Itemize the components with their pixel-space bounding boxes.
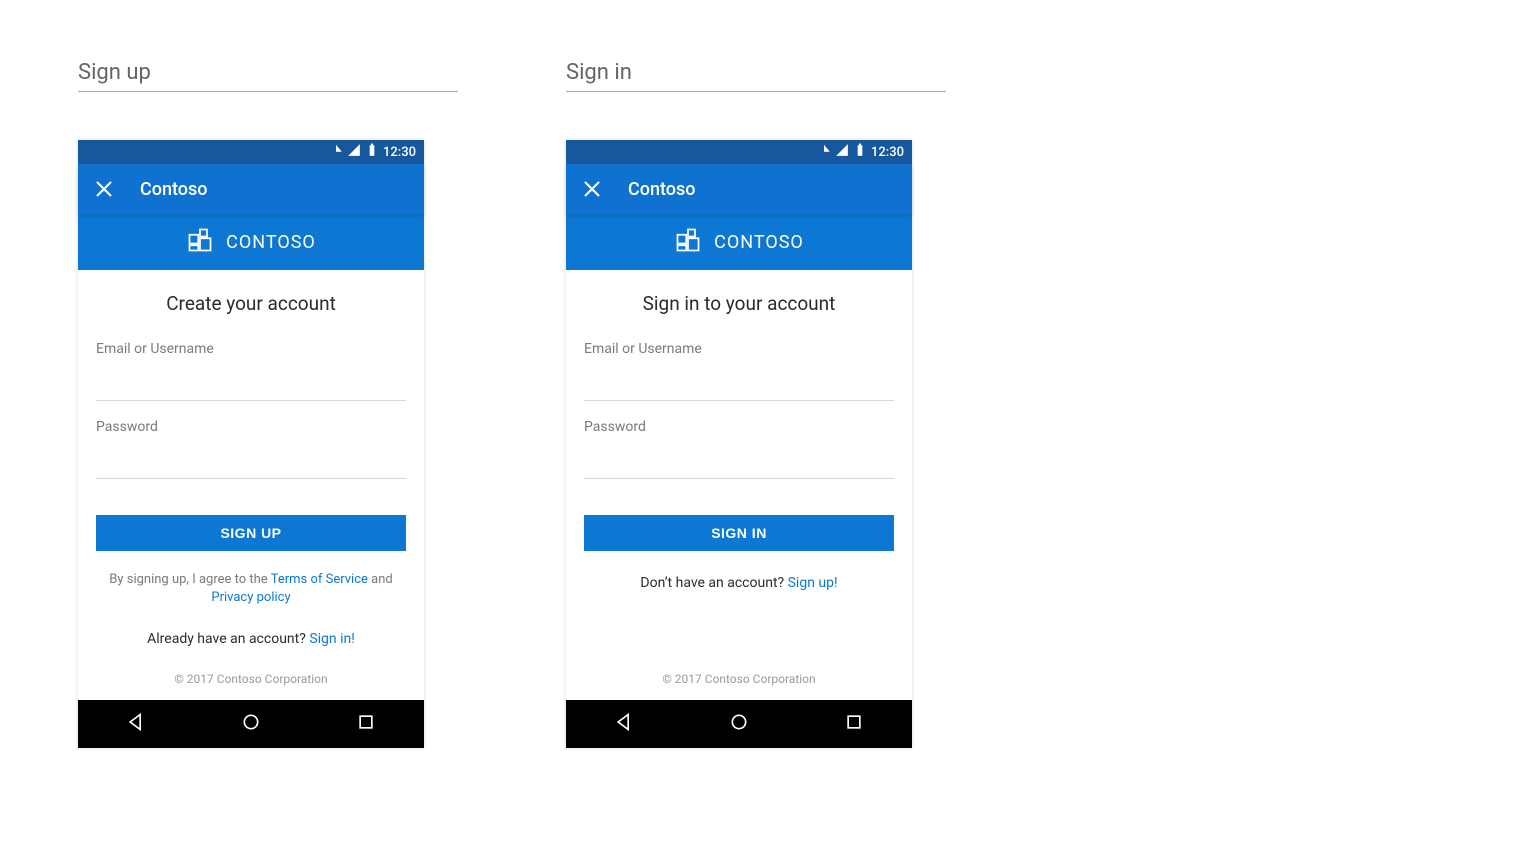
status-bar: 12:30 — [566, 140, 912, 164]
clock-text: 12:30 — [383, 145, 416, 160]
wifi-icon — [329, 143, 343, 161]
cell-signal-icon — [835, 143, 849, 161]
status-bar: 12:30 — [78, 140, 424, 164]
copyright: © 2017 Contoso Corporation — [584, 648, 894, 686]
signin-button[interactable]: SIGN IN — [584, 515, 894, 551]
signup-button[interactable]: SIGN UP — [96, 515, 406, 551]
phone-frame-signup: 12:30 Contoso CONTOSO Create your accoun… — [78, 140, 424, 748]
close-icon[interactable] — [96, 181, 112, 197]
brand-name: CONTOSO — [714, 232, 804, 253]
signup-link[interactable]: Sign up! — [788, 575, 838, 591]
no-account-prompt: Don’t have an account? Sign up! — [584, 575, 894, 591]
cell-signal-icon — [347, 143, 361, 161]
page-heading: Create your account — [96, 292, 406, 315]
wifi-icon — [817, 143, 831, 161]
copyright: © 2017 Contoso Corporation — [96, 648, 406, 686]
app-bar: Contoso — [566, 164, 912, 214]
email-label: Email or Username — [96, 341, 406, 357]
clock-text: 12:30 — [871, 145, 904, 160]
app-title: Contoso — [140, 179, 207, 200]
brand-logo-icon — [186, 226, 214, 259]
brand-logo-icon — [674, 226, 702, 259]
nav-home-icon[interactable] — [241, 712, 261, 736]
brand-name: CONTOSO — [226, 232, 316, 253]
password-field[interactable] — [584, 453, 894, 479]
nav-back-icon[interactable] — [126, 712, 146, 736]
page-heading: Sign in to your account — [584, 292, 894, 315]
android-navbar — [566, 700, 912, 748]
email-field[interactable] — [96, 375, 406, 401]
brand-banner: CONTOSO — [566, 214, 912, 270]
terms-text: By signing up, I agree to the Terms of S… — [96, 571, 406, 607]
brand-banner: CONTOSO — [78, 214, 424, 270]
app-title: Contoso — [628, 179, 695, 200]
nav-back-icon[interactable] — [614, 712, 634, 736]
close-icon[interactable] — [584, 181, 600, 197]
nav-recent-icon[interactable] — [356, 712, 376, 736]
android-navbar — [78, 700, 424, 748]
nav-recent-icon[interactable] — [844, 712, 864, 736]
battery-icon — [365, 143, 379, 161]
email-label: Email or Username — [584, 341, 894, 357]
section-label-signup: Sign up — [78, 60, 458, 92]
password-label: Password — [96, 419, 406, 435]
section-label-signin: Sign in — [566, 60, 946, 92]
phone-frame-signin: 12:30 Contoso CONTOSO Sign in to your ac… — [566, 140, 912, 748]
battery-icon — [853, 143, 867, 161]
password-label: Password — [584, 419, 894, 435]
privacy-policy-link[interactable]: Privacy policy — [211, 590, 290, 605]
app-bar: Contoso — [78, 164, 424, 214]
terms-of-service-link[interactable]: Terms of Service — [271, 572, 368, 587]
password-field[interactable] — [96, 453, 406, 479]
email-field[interactable] — [584, 375, 894, 401]
nav-home-icon[interactable] — [729, 712, 749, 736]
signin-link[interactable]: Sign in! — [309, 631, 355, 647]
have-account-prompt: Already have an account? Sign in! — [96, 631, 406, 647]
